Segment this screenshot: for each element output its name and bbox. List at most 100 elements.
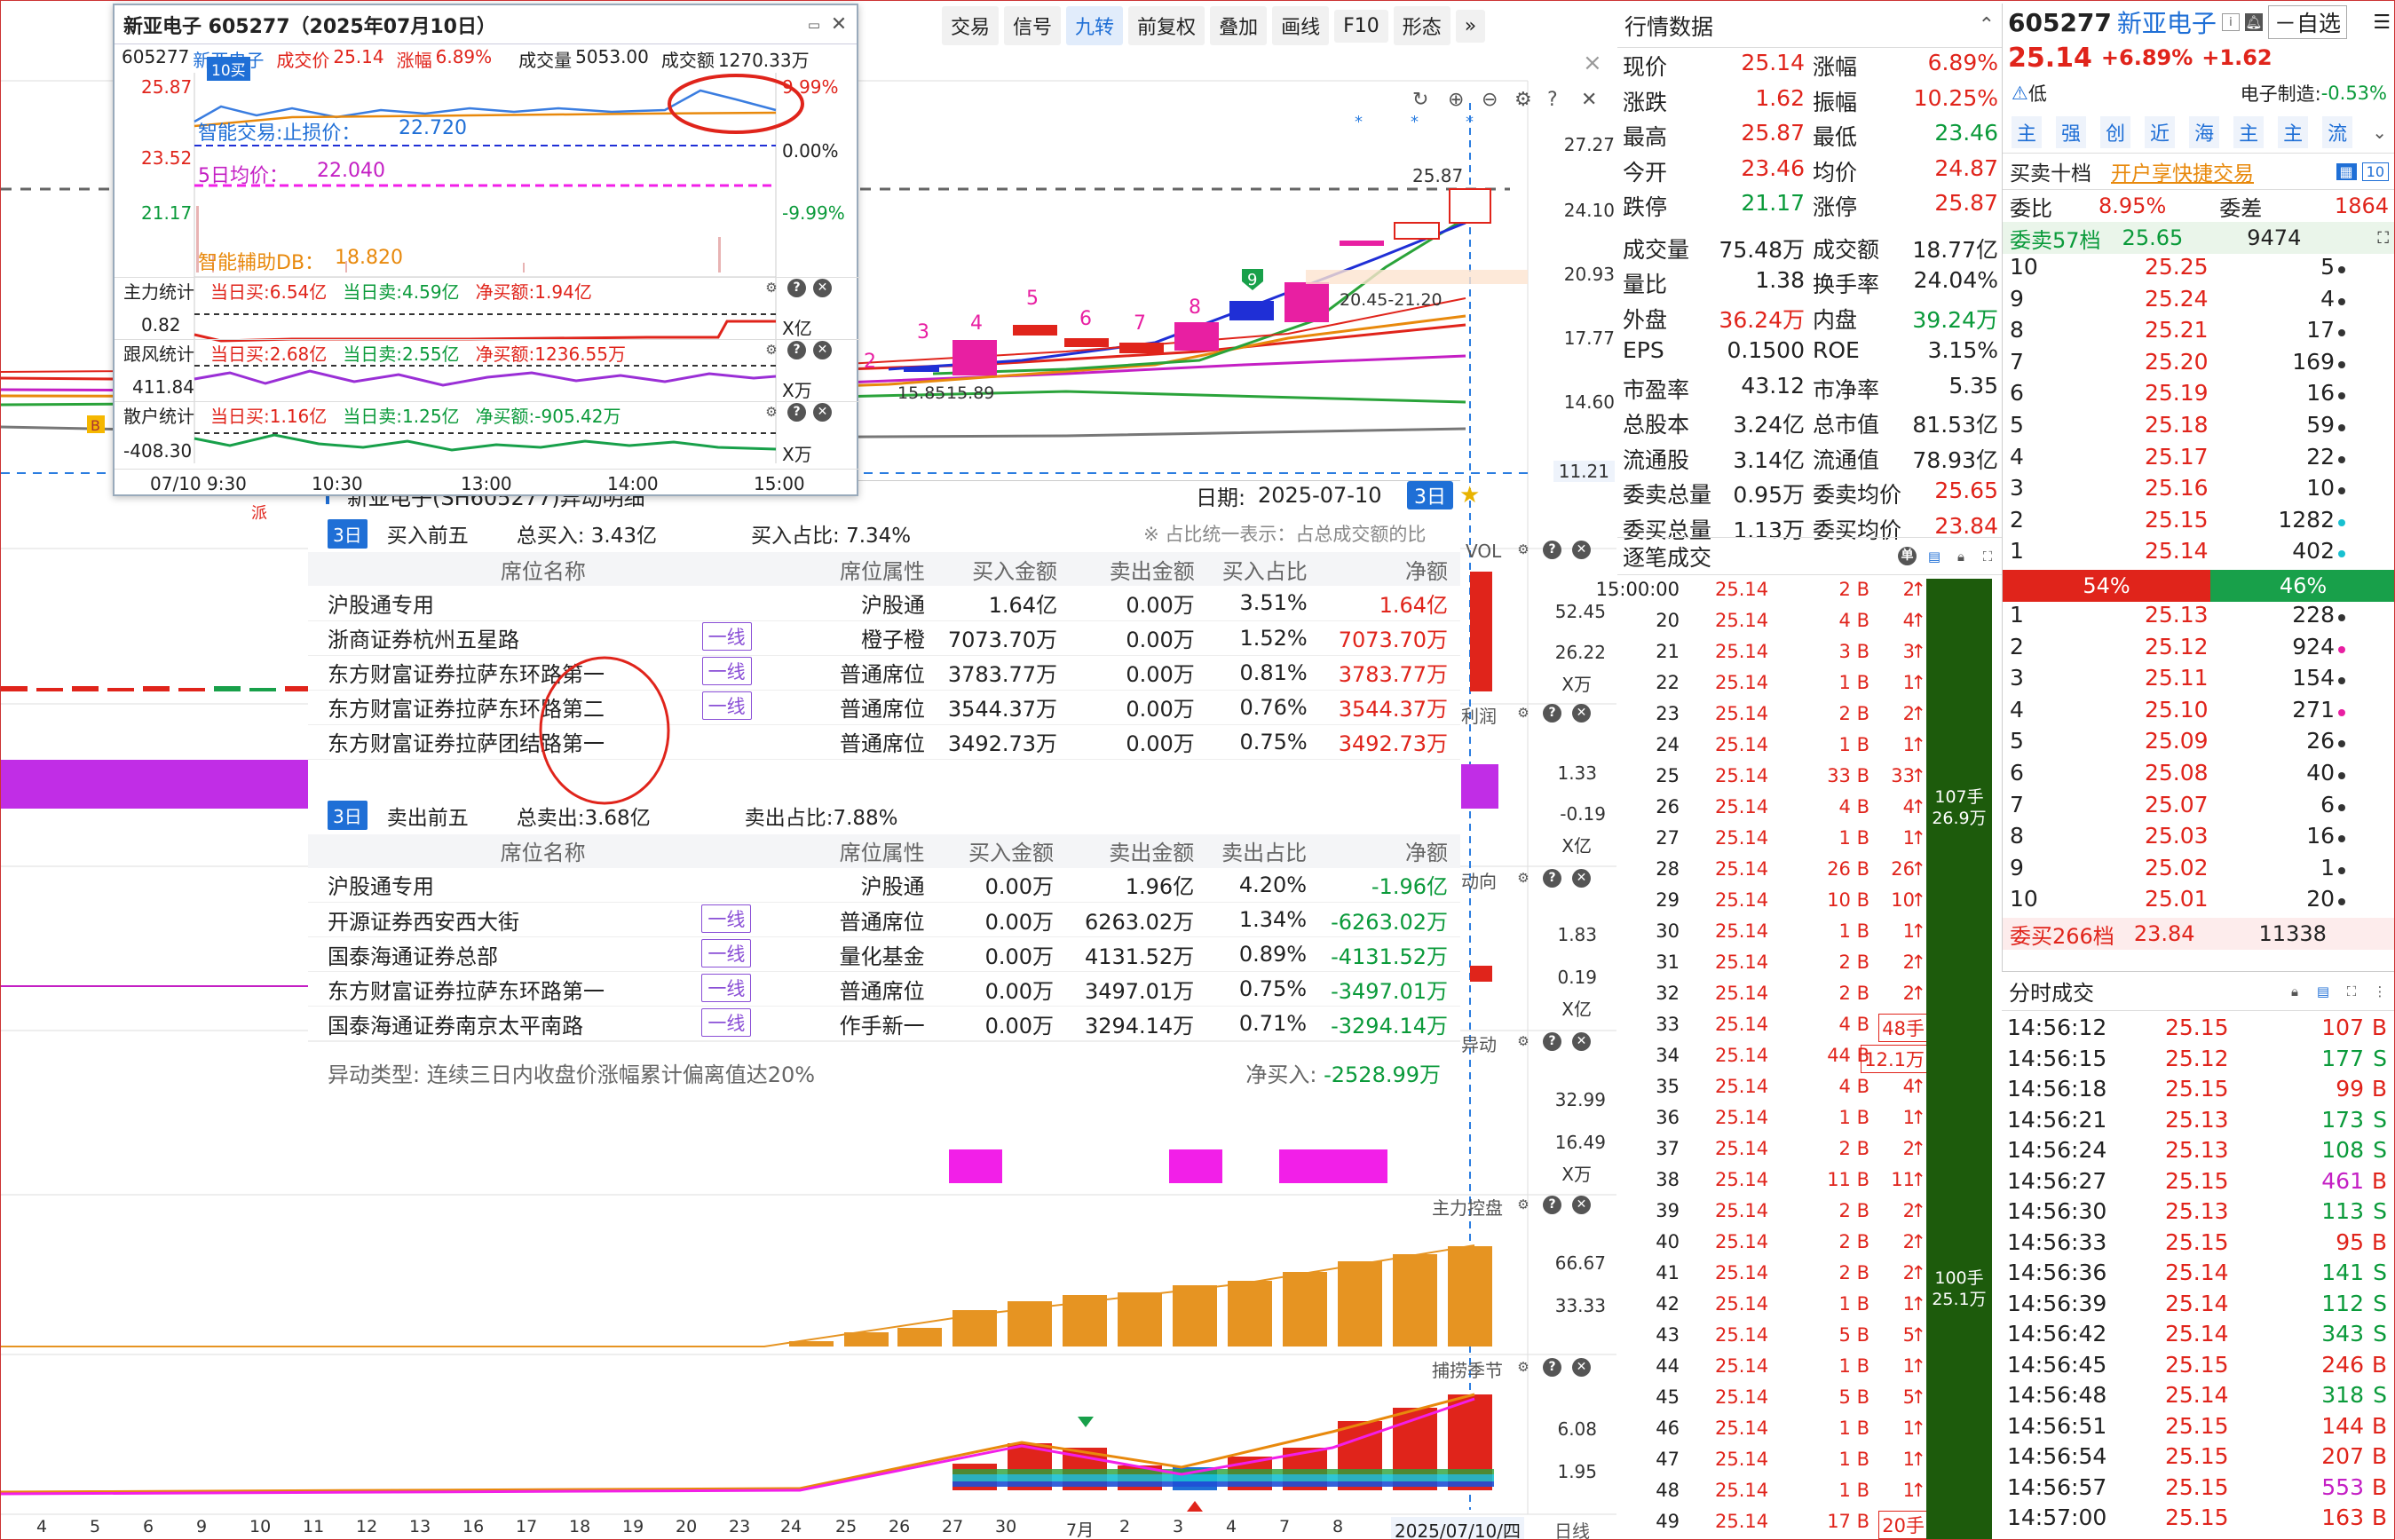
ob-tab[interactable]: 主 [2233,116,2265,148]
seat-row[interactable]: 沪股通专用 沪股通 1.64亿 0.00万 3.51% 1.64亿 [308,586,1460,621]
gear-icon[interactable]: ⚙ [763,279,780,296]
seat-row[interactable]: 东方财富证券拉萨团结路第一 普通席位 3492.73万 0.00万 0.75% 3492.… [308,724,1460,760]
help-icon[interactable]: ? [787,279,806,297]
seat-row[interactable]: 东方财富证券拉萨东环路第一 一线 普通席位 0.00万 3497.01万 0.75% -34… [308,971,1460,1007]
level-row[interactable]: 7 25.07 6 [2003,792,2394,826]
help-icon[interactable]: ? [1543,541,1561,559]
ob-tab[interactable]: 创 [2100,116,2131,148]
close-icon[interactable]: ✕ [813,279,832,297]
level-row[interactable]: 3 25.11 154 [2003,665,2394,699]
help-icon[interactable]: ? [1543,869,1561,888]
seat-name[interactable]: 沪股通专用 [328,593,434,618]
add-watch-button[interactable]: －自选 [2267,5,2347,39]
sector-label[interactable]: 电子制造: [2241,80,2321,107]
level-row[interactable]: 9 25.24 4 [2003,286,2394,320]
level-row[interactable]: 10 25.01 20 [2003,886,2394,920]
close-icon[interactable]: ✕ [1572,704,1591,723]
close-icon[interactable]: ✕ [813,403,832,422]
list-icon[interactable]: ▤ [2314,983,2332,1000]
seat-name[interactable]: 沪股通专用 [328,874,434,899]
tick-price: 25.14 [1715,734,1769,755]
level-row[interactable]: 4 25.17 22 [2003,444,2394,478]
close-icon[interactable]: ✕ [1572,1196,1591,1214]
expand-icon[interactable]: ⛶ [1979,548,1996,565]
more-icon[interactable]: ⋮ [2371,983,2389,1000]
seat-name[interactable]: 开源证券西安西大街 [328,910,519,935]
gear-icon[interactable]: ⚙ [763,403,780,421]
seat-row[interactable]: 国泰海通证券南京太平南路 一线 作手新一 0.00万 3294.14万 0.71% -329… [308,1006,1460,1041]
level-ten-button[interactable]: 10 [2361,162,2389,181]
gear-icon[interactable]: ⚙ [1514,1032,1532,1050]
ob-tab[interactable]: 强 [2056,116,2087,148]
close-icon[interactable]: ✕ [1572,1032,1591,1051]
seat-row[interactable]: 浙商证券杭州五星路 一线 橙子橙 7073.70万 0.00万 1.52% 7073.70万 [308,620,1460,656]
gear-icon[interactable]: ⚙ [1514,704,1532,722]
seat-name[interactable]: 东方财富证券拉萨东环路第一 [328,979,605,1004]
expand-icon[interactable]: ⛶ [2377,229,2389,248]
level-row[interactable]: 6 25.19 16 [2003,380,2394,415]
level-row[interactable]: 2 25.15 1282 [2003,507,2394,541]
bell-icon[interactable]: 🔔︎ [2244,13,2263,31]
ob-tab[interactable]: 近 [2145,116,2176,148]
seat-row[interactable]: 东方财富证券拉萨东环路第一 一线 普通席位 3783.77万 0.00万 0.81% 378… [308,655,1460,691]
help-icon[interactable]: ? [1543,1032,1561,1051]
close-icon[interactable]: ✕ [830,14,848,34]
seat-row[interactable]: 沪股通专用 沪股通 0.00万 1.96亿 4.20% -1.96亿 [308,867,1460,903]
close-icon[interactable]: ✕ [1572,869,1591,888]
collapse-icon[interactable]: ⌃ [1979,14,1995,36]
gear-icon[interactable]: ⚙ [1514,1358,1532,1376]
seat-row[interactable]: 开源证券西安西大街 一线 普通席位 0.00万 6263.02万 1.34% -6263.0… [308,902,1460,937]
help-icon[interactable]: ? [1543,704,1561,723]
dt-period-tab[interactable]: 3日 [1407,481,1453,509]
ob-tab[interactable]: 海 [2189,116,2220,148]
help-icon[interactable]: ? [787,403,806,422]
level-row[interactable]: 8 25.03 16 [2003,823,2394,857]
panel-icons: ⚙? ✕ [1514,869,1591,888]
level-row[interactable]: 5 25.09 26 [2003,728,2394,762]
period-label[interactable]: 日线 [1554,1517,1590,1539]
seat-row[interactable]: 东方财富证券拉萨东环路第二 一线 普通席位 3544.37万 0.00万 0.76% 354… [308,690,1460,725]
ob-tab[interactable]: 流 [2322,116,2353,148]
close-icon[interactable]: ✕ [1572,541,1591,559]
level-row[interactable]: 1 25.13 228 [2003,602,2394,636]
close-icon[interactable]: ✕ [1572,1358,1591,1377]
filter-icon[interactable]: 单 [1898,547,1917,565]
seat-name[interactable]: 浙商证券杭州五星路 [328,628,519,652]
help-icon[interactable]: ? [1543,1358,1561,1377]
ob-tab[interactable]: 主 [2278,116,2309,148]
tick-time: 32 [1656,983,1680,1004]
level-row[interactable]: 2 25.12 924 [2003,634,2394,668]
level-row[interactable]: 7 25.20 169 [2003,349,2394,383]
info-icon[interactable]: i [2221,13,2240,31]
close-icon[interactable]: ✕ [813,341,832,359]
seat-row[interactable]: 国泰海通证券总部 一线 量化基金 0.00万 4131.52万 0.89% -4131.52… [308,936,1460,972]
open-account-link[interactable]: 开户享快捷交易 [2111,156,2254,186]
help-icon[interactable]: ? [1543,1196,1561,1214]
ob-tab[interactable]: 主 [2012,116,2043,148]
gear-icon[interactable]: ⚙ [1514,1196,1532,1213]
level-row[interactable]: 8 25.21 17 [2003,317,2394,351]
chevron-down-icon[interactable]: ⌄ [2372,122,2387,143]
lock-icon[interactable]: 🔒︎ [1952,548,1970,565]
level-row[interactable]: 3 25.16 10 [2003,475,2394,509]
gear-icon[interactable]: ⚙ [1514,869,1532,887]
menu-icon[interactable]: ☰ [2373,12,2391,34]
level-row[interactable]: 6 25.08 40 [2003,760,2394,794]
gear-icon[interactable]: ⚙ [763,341,780,359]
gear-icon[interactable]: ⚙ [1514,541,1532,558]
minimize-icon[interactable]: ▭ [805,16,823,34]
level-row[interactable]: 1 25.14 402 [2003,538,2394,573]
intraday-popup[interactable]: 新亚电子 605277（2025年07月10日） ▭ ✕ 605277 新亚电子… [113,4,860,496]
level-row[interactable]: 10 25.25 5 [2003,254,2394,288]
lock-icon[interactable]: 🔒︎ [2286,983,2304,1000]
ob-name[interactable]: 新亚电子 [2117,4,2217,40]
level-view-icon[interactable]: ▦ [2336,162,2357,180]
level-row[interactable]: 5 25.18 59 [2003,412,2394,446]
level-row[interactable]: 9 25.02 1 [2003,855,2394,889]
seat-name[interactable]: 国泰海通证券总部 [328,944,498,969]
list-icon[interactable]: ▤ [1925,548,1943,565]
expand-icon[interactable]: ⛶ [2343,983,2360,1000]
help-icon[interactable]: ? [787,341,806,359]
level-row[interactable]: 4 25.10 271 [2003,697,2394,731]
seat-name[interactable]: 国泰海通证券南京太平南路 [328,1014,583,1039]
